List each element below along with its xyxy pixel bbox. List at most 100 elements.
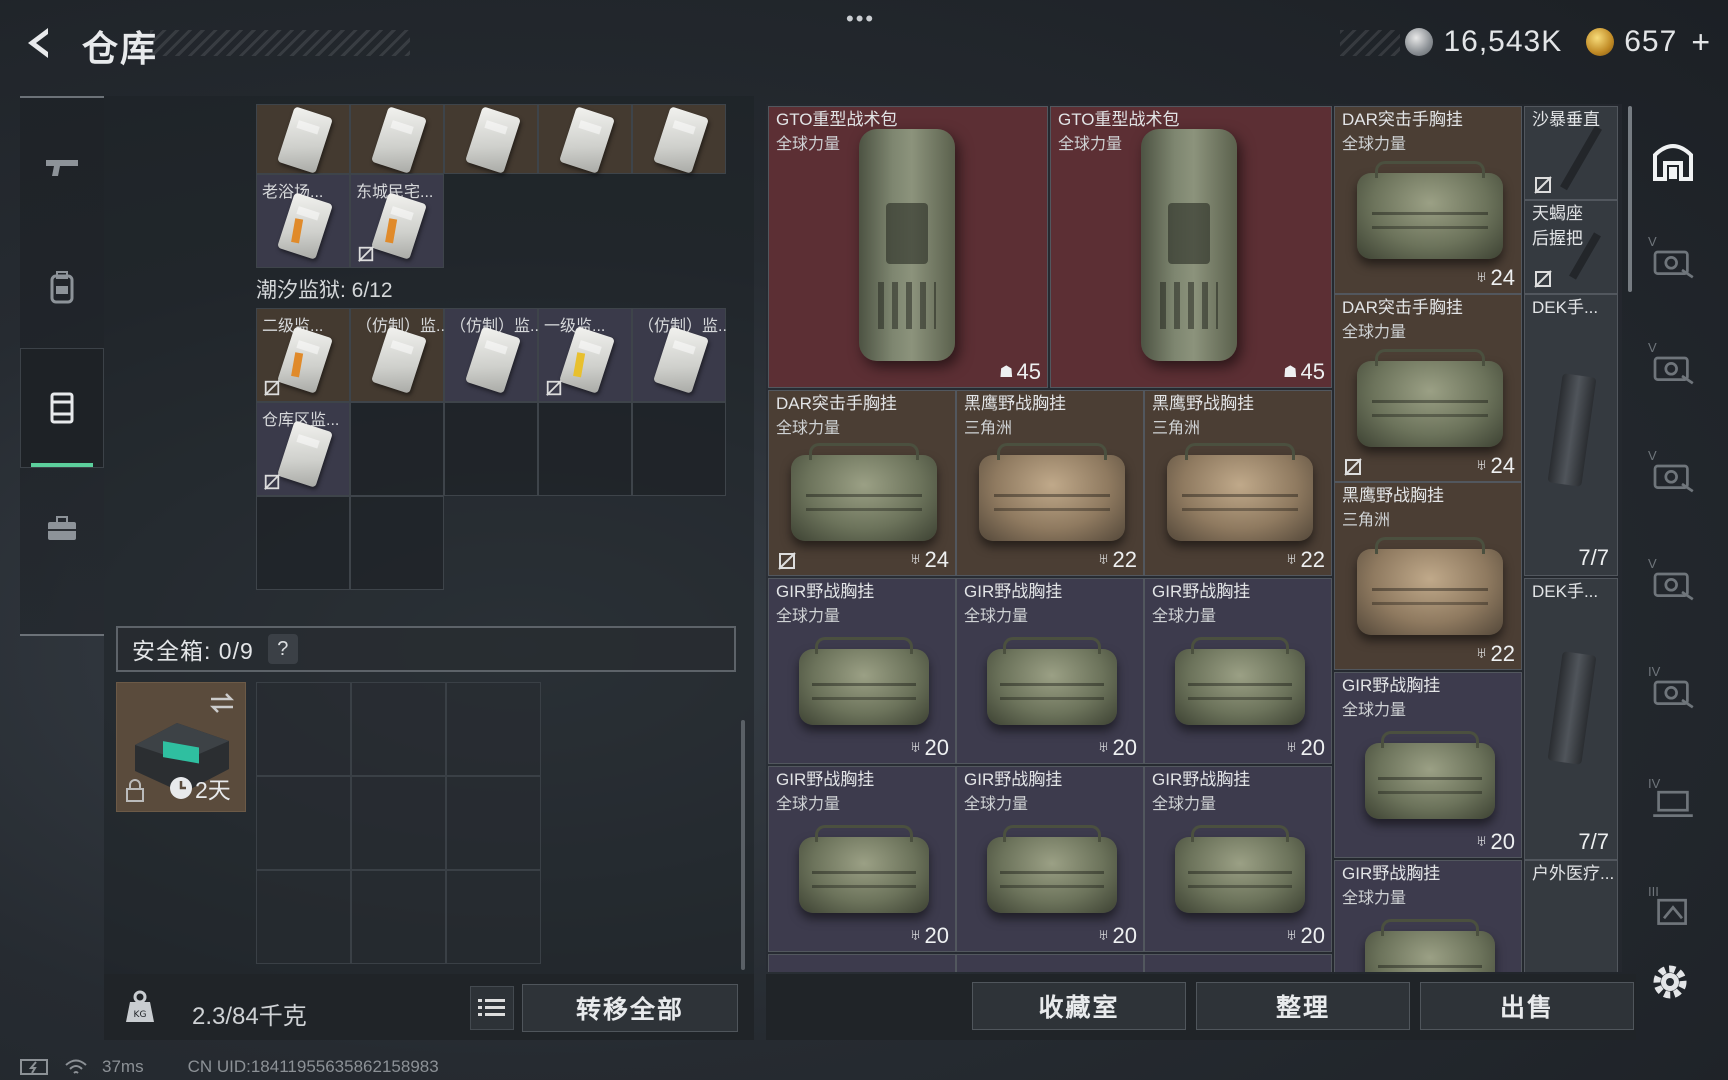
- capacity-icon: ♅: [1285, 927, 1298, 944]
- item-tile[interactable]: 天蝎座 后握把: [1524, 200, 1618, 294]
- grid-cell[interactable]: [632, 104, 726, 174]
- grid-cell[interactable]: 东城民宅...: [350, 174, 444, 268]
- grid-cell[interactable]: [256, 104, 350, 174]
- grid-cell[interactable]: （仿制）监...: [350, 308, 444, 402]
- empty-slot[interactable]: [256, 776, 351, 870]
- item-tile[interactable]: GTO重型战术包 全球力量 ☗ 45: [1050, 106, 1332, 388]
- camera-icon: [1653, 250, 1694, 279]
- filter-tier-5-button[interactable]: V: [1646, 556, 1700, 610]
- item-tile[interactable]: 沙暴垂直: [1524, 106, 1618, 200]
- empty-slot[interactable]: [350, 496, 444, 590]
- capacity-badge: ♅ 20: [1098, 923, 1137, 949]
- item-faction: 全球力量: [776, 136, 841, 153]
- tier-label: V: [1648, 556, 1657, 571]
- empty-slot[interactable]: [446, 682, 541, 776]
- empty-slot[interactable]: [632, 402, 726, 496]
- chest-rig-image: [799, 637, 929, 725]
- safebox-help-button[interactable]: ?: [267, 634, 298, 664]
- item-tile[interactable]: 黑鹰野战胸挂 三角洲 ♅ 22: [1334, 482, 1522, 670]
- nav-item-gear[interactable]: [20, 228, 104, 348]
- item-tile[interactable]: DEK手... 7/7: [1524, 578, 1618, 860]
- list-view-button[interactable]: [470, 986, 514, 1030]
- grid-cell[interactable]: 仓库区监...: [256, 402, 350, 496]
- grid-cell[interactable]: 二级监...: [256, 308, 350, 402]
- more-menu-button[interactable]: •••: [846, 6, 882, 31]
- empty-slot[interactable]: [256, 682, 351, 776]
- right-scrollbar[interactable]: [1628, 106, 1632, 292]
- filter-tier-4-button[interactable]: IV: [1646, 664, 1700, 718]
- item-tile[interactable]: 户外医疗...: [1524, 860, 1618, 972]
- top-bar: 仓库 ••• 16,543K 657 +: [0, 0, 1728, 90]
- lock-icon: [126, 779, 144, 802]
- grid-cell[interactable]: [538, 104, 632, 174]
- home-base-button[interactable]: [1646, 132, 1700, 186]
- item-tile[interactable]: GTO重型战术包 全球力量 ☗ 45: [768, 106, 1048, 388]
- item-tile[interactable]: GIR野战胸挂 全球力量 ♅ 20: [956, 766, 1144, 952]
- right-toolbar: V V V V IV IV III: [1638, 104, 1708, 964]
- capacity-value: 22: [1300, 547, 1325, 572]
- nav-item-containers[interactable]: [20, 348, 104, 468]
- grid-cell[interactable]: （仿制）监...: [444, 308, 538, 402]
- item-tile[interactable]: GIR野战胸挂 全球力量 ♅ 20: [768, 578, 956, 764]
- add-currency-button[interactable]: +: [1691, 24, 1710, 61]
- item-name: 天蝎座: [1532, 204, 1583, 223]
- empty-slot[interactable]: [351, 870, 446, 964]
- filter-tier-5-button[interactable]: V: [1646, 340, 1700, 394]
- nav-item-equipment[interactable]: [20, 468, 104, 588]
- item-tile[interactable]: [956, 954, 1144, 972]
- back-button[interactable]: [18, 22, 60, 64]
- item-faction: 三角洲: [1152, 420, 1201, 437]
- item-tile[interactable]: 黑鹰野战胸挂 三角洲 ♅ 22: [956, 390, 1144, 576]
- empty-slot[interactable]: [446, 870, 541, 964]
- empty-slot[interactable]: [256, 870, 351, 964]
- filter-tier-4-button[interactable]: IV: [1646, 776, 1700, 830]
- safebox-item[interactable]: 2天: [116, 682, 246, 812]
- item-tile[interactable]: DAR突击手胸挂 全球力量 ♅ 24: [1334, 294, 1522, 482]
- item-tile[interactable]: GIR野战胸挂 全球力量: [1334, 860, 1522, 972]
- chest-rig-image: [1365, 731, 1495, 819]
- grid-cell[interactable]: 老浴场...: [256, 174, 350, 268]
- item-tile[interactable]: GIR野战胸挂 全球力量 ♅ 20: [1144, 766, 1332, 952]
- item-tile[interactable]: [768, 954, 956, 972]
- grid-cell[interactable]: 一级监...: [538, 308, 632, 402]
- item-tile[interactable]: 黑鹰野战胸挂 三角洲 ♅ 22: [1144, 390, 1332, 576]
- empty-slot[interactable]: [351, 776, 446, 870]
- settings-gear-icon[interactable]: [1646, 958, 1694, 1006]
- item-tile[interactable]: DAR突击手胸挂 全球力量 ♅ 24: [768, 390, 956, 576]
- empty-slot[interactable]: [350, 402, 444, 496]
- swap-icon: [209, 693, 235, 713]
- empty-slot[interactable]: [538, 402, 632, 496]
- item-name: DAR突击手胸挂: [1342, 110, 1463, 129]
- grid-cell[interactable]: （仿制）监...: [632, 308, 726, 402]
- item-tile[interactable]: [1144, 954, 1332, 972]
- empty-slot[interactable]: [351, 682, 446, 776]
- safebox-timer: 2天: [169, 771, 231, 805]
- empty-slot[interactable]: [446, 776, 541, 870]
- briefcase-icon: [48, 516, 76, 540]
- left-scrollbar[interactable]: [741, 720, 745, 970]
- item-tile[interactable]: GIR野战胸挂 全球力量 ♅ 20: [1144, 578, 1332, 764]
- organize-button[interactable]: 整理: [1196, 982, 1410, 1030]
- grid-cell[interactable]: [444, 104, 538, 174]
- collection-room-button[interactable]: 收藏室: [972, 982, 1186, 1030]
- item-faction: 全球力量: [964, 796, 1029, 813]
- filter-tier-5-button[interactable]: V: [1646, 234, 1700, 288]
- item-tile[interactable]: DAR突击手胸挂 全球力量 ♅ 24: [1334, 106, 1522, 294]
- sell-button[interactable]: 出售: [1420, 982, 1634, 1030]
- item-tile[interactable]: GIR野战胸挂 全球力量 ♅ 20: [768, 766, 956, 952]
- currency-decoration: [1340, 30, 1400, 56]
- empty-slot[interactable]: [444, 402, 538, 496]
- item-name: DEK手...: [1532, 582, 1599, 601]
- filter-tier-5-button[interactable]: V: [1646, 448, 1700, 502]
- grid-cell[interactable]: [350, 104, 444, 174]
- filter-tier-3-button[interactable]: III: [1646, 884, 1700, 938]
- nav-item-weapons[interactable]: [20, 108, 104, 228]
- item-tile[interactable]: DEK手... 7/7: [1524, 294, 1618, 576]
- empty-slot[interactable]: [256, 496, 350, 590]
- transfer-all-button[interactable]: 转移全部: [522, 984, 738, 1032]
- silver-amount: 16,543K: [1443, 25, 1563, 58]
- item-name: DAR突击手胸挂: [1342, 298, 1463, 317]
- item-tile[interactable]: GIR野战胸挂 全球力量 ♅ 20: [956, 578, 1144, 764]
- tier-label: V: [1648, 340, 1657, 355]
- item-tile[interactable]: GIR野战胸挂 全球力量 ♅ 20: [1334, 672, 1522, 858]
